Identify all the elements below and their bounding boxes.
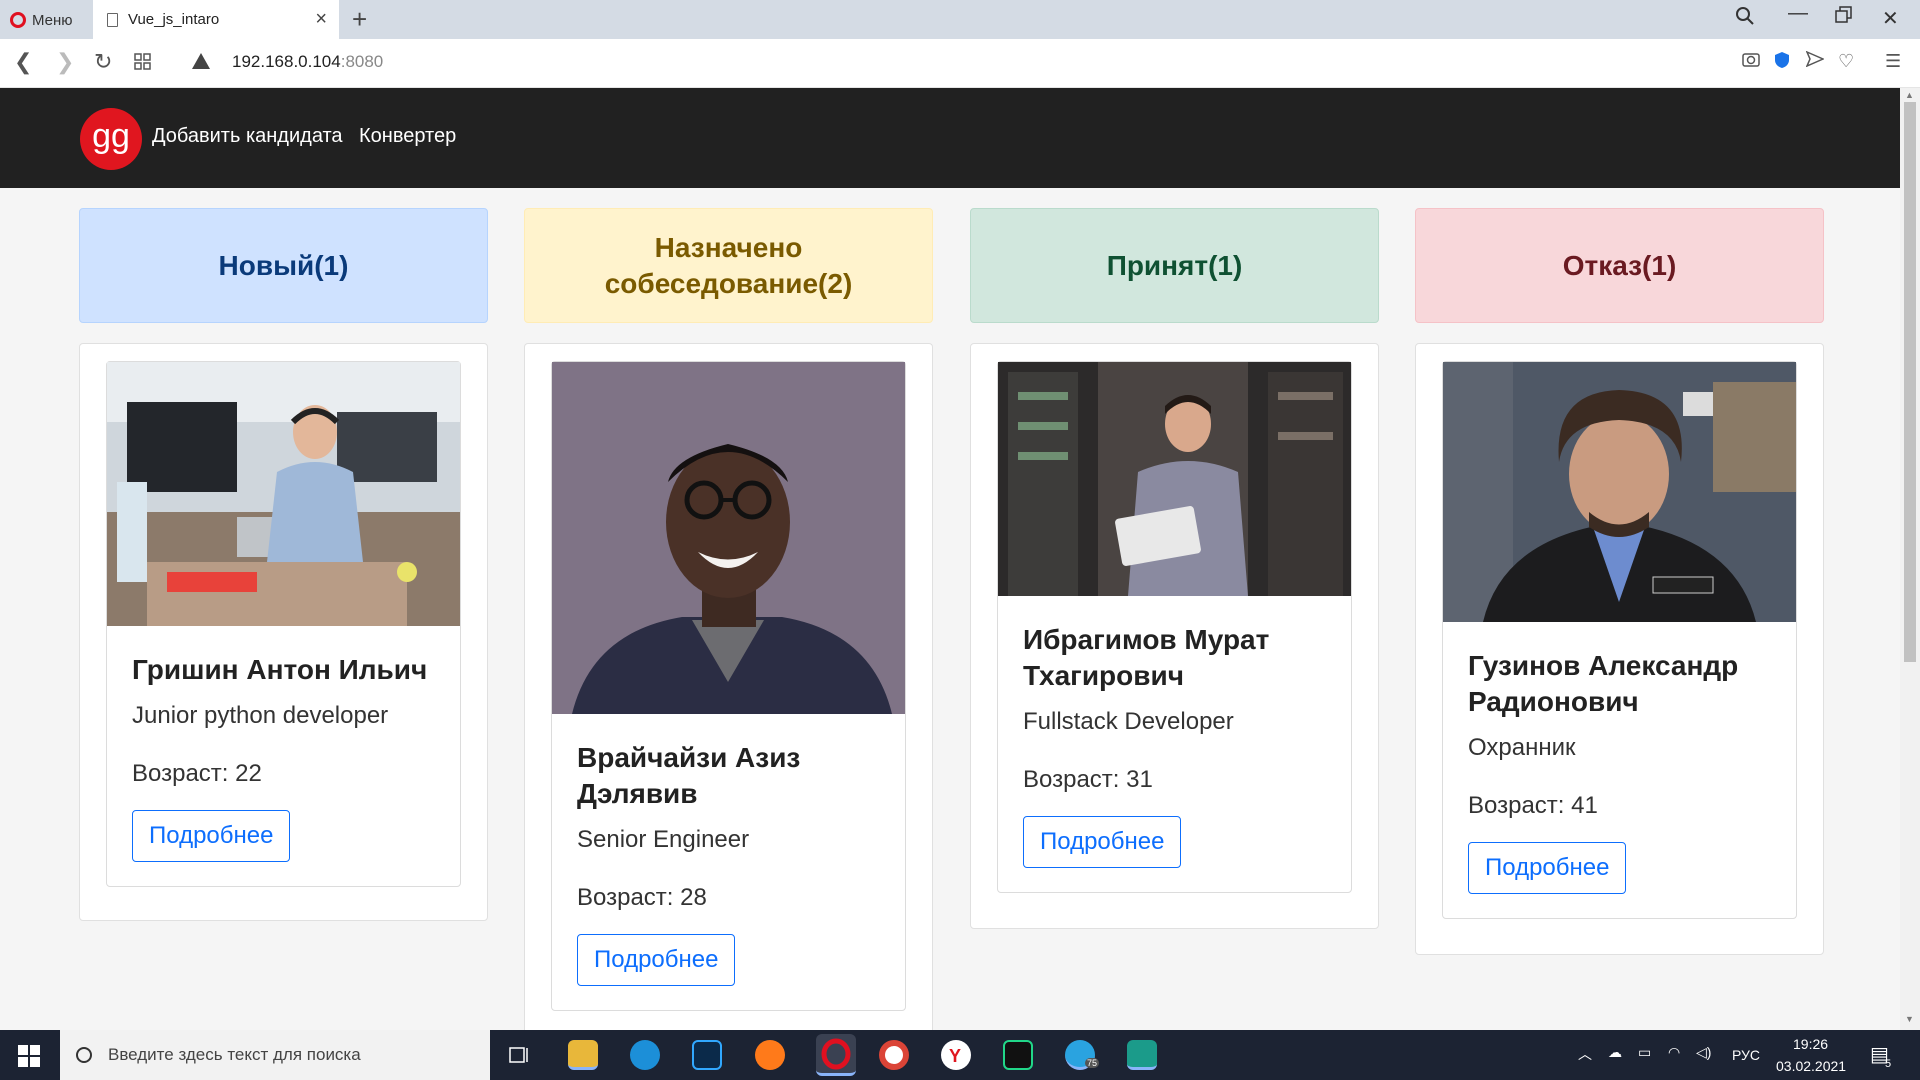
card-body: Врайчайзи Азиз Дэлявив Senior Engineer В… [552,714,905,1010]
scrollbar-thumb[interactable] [1904,102,1916,662]
notifications-count: 5 [1885,1058,1892,1070]
easy-setup-icon[interactable]: ☰ [1885,51,1901,72]
details-button[interactable]: Подробнее [577,934,736,986]
candidate-age: Возраст: 28 [577,884,707,911]
minimize-icon[interactable]: — [1788,2,1808,25]
forward-icon[interactable]: ❯ [56,50,74,74]
scroll-up-icon[interactable]: ▲ [1905,90,1914,100]
volume-icon[interactable]: ◁) [1696,1044,1711,1061]
battery-icon[interactable]: ▭ [1638,1044,1651,1061]
app-navbar: gg Добавить кандидата Конвертер [0,88,1900,188]
search-icon [76,1047,92,1063]
clock-time[interactable]: 19:26 [1793,1036,1828,1052]
candidate-age: Возраст: 41 [1468,792,1598,819]
tab-close-icon[interactable]: × [315,9,327,29]
chrome-icon[interactable] [879,1040,909,1070]
candidate-position: Junior python developer [132,702,389,729]
candidate-name: Ибрагимов Мурат Тхагирович [1023,624,1270,691]
windows-start-icon[interactable] [18,1045,40,1067]
back-icon[interactable]: ❮ [14,50,32,74]
search-tabs-icon[interactable] [1735,6,1755,32]
candidate-photo [998,362,1351,596]
page-scrollbar[interactable]: ▲ ▼ [1900,88,1920,1030]
opera-menu-label: Меню [32,11,73,29]
shield-icon[interactable] [1774,51,1790,74]
restore-icon[interactable] [1835,6,1853,30]
nav-link-add-candidate[interactable]: Добавить кандидата [152,125,343,148]
details-button[interactable]: Подробнее [1468,842,1627,894]
address-bar: ❮ ❯ ↻ 192.168.0.104:8080 ♡ ☰ [0,39,1920,88]
speed-dial-icon[interactable] [134,52,152,76]
candidate-card: Гришин Антон Ильич Junior python develop… [106,361,461,887]
column-rejected: Гузинов Александр Радионович Охранник Во… [1415,343,1824,955]
nav-link-converter[interactable]: Конвертер [359,125,456,148]
firefox-icon[interactable] [755,1040,785,1070]
taskbar-search-placeholder: Введите здесь текст для поиска [108,1045,361,1064]
candidate-position: Fullstack Developer [1023,708,1234,735]
opera-menu-button[interactable]: Меню [10,9,73,31]
candidate-card: Гузинов Александр Радионович Охранник Во… [1442,361,1797,919]
onedrive-icon[interactable]: ☁ [1608,1044,1622,1061]
page-icon [107,12,118,27]
candidate-name: Врайчайзи Азиз Дэлявив [577,742,801,809]
edge-icon[interactable] [630,1040,660,1070]
card-body: Гузинов Александр Радионович Охранник Во… [1443,622,1796,918]
url-port: :8080 [340,52,384,71]
column-accepted: Ибрагимов Мурат Тхагирович Fullstack Dev… [970,343,1379,929]
new-tab-icon[interactable]: + [352,4,367,35]
taskbar-search-field[interactable]: Введите здесь текст для поиска [60,1030,490,1080]
input-language[interactable]: РУС [1732,1047,1760,1063]
scroll-down-icon[interactable]: ▼ [1905,1014,1914,1024]
browser-tab-bar: Меню Vue_js_intaro × + — ✕ [0,0,1920,39]
details-button[interactable]: Подробнее [1023,816,1182,868]
task-view-icon[interactable] [505,1040,535,1070]
browser-tab[interactable]: Vue_js_intaro × [93,0,339,39]
candidate-card: Врайчайзи Азиз Дэлявив Senior Engineer В… [551,361,906,1011]
column-interview: Врайчайзи Азиз Дэлявив Senior Engineer В… [524,343,933,1043]
windows-taskbar: Введите здесь текст для поиска Y 75 ︿ ☁ … [0,1030,1920,1080]
svg-text:Y: Y [949,1046,961,1066]
candidate-card: Ибрагимов Мурат Тхагирович Fullstack Dev… [997,361,1352,893]
details-button[interactable]: Подробнее [132,810,291,862]
column-header-rejected: Отказ(1) [1415,208,1824,323]
candidate-photo [1443,362,1796,622]
wifi-icon[interactable]: ◠ [1668,1044,1680,1061]
terminal-icon[interactable] [1127,1040,1157,1070]
snapshot-icon[interactable] [1742,51,1760,72]
url-host: 192.168.0.104 [232,52,341,71]
photoshop-icon[interactable] [692,1040,722,1070]
candidate-age: Возраст: 22 [132,760,262,787]
url-field[interactable]: 192.168.0.104:8080 [232,52,383,72]
opera-logo-icon [10,12,26,28]
column-header-interview: Назначено собеседование(2) [524,208,933,323]
candidate-position: Senior Engineer [577,826,750,853]
clock-date[interactable]: 03.02.2021 [1776,1058,1846,1074]
opera-taskbar-icon[interactable] [816,1034,856,1076]
send-icon[interactable] [1805,50,1825,72]
column-new: Гришин Антон Ильич Junior python develop… [79,343,488,921]
app-logo[interactable]: gg [80,108,142,170]
heart-icon[interactable]: ♡ [1838,51,1854,72]
telegram-icon[interactable]: 75 [1065,1040,1100,1070]
column-header-accepted: Принят(1) [970,208,1379,323]
close-window-icon[interactable]: ✕ [1882,6,1899,31]
candidate-name: Гузинов Александр Радионович [1468,650,1739,717]
column-header-new: Новый(1) [79,208,488,323]
candidate-age: Возраст: 31 [1023,766,1153,793]
candidate-name: Гришин Антон Ильич [132,654,428,685]
tray-chevron-icon[interactable]: ︿ [1578,1044,1592,1064]
candidate-photo [107,362,460,626]
yandex-browser-icon[interactable]: Y [941,1040,971,1070]
candidate-photo [552,362,905,714]
webstorm-icon[interactable] [1003,1040,1033,1070]
not-secure-warning-icon[interactable] [192,53,210,69]
card-body: Гришин Антон Ильич Junior python develop… [107,626,460,886]
candidate-position: Охранник [1468,734,1576,761]
file-explorer-icon[interactable] [568,1040,598,1070]
tab-title: Vue_js_intaro [128,11,220,28]
telegram-badge: 75 [1085,1058,1100,1068]
reload-icon[interactable]: ↻ [94,50,112,74]
card-body: Ибрагимов Мурат Тхагирович Fullstack Dev… [998,596,1351,892]
